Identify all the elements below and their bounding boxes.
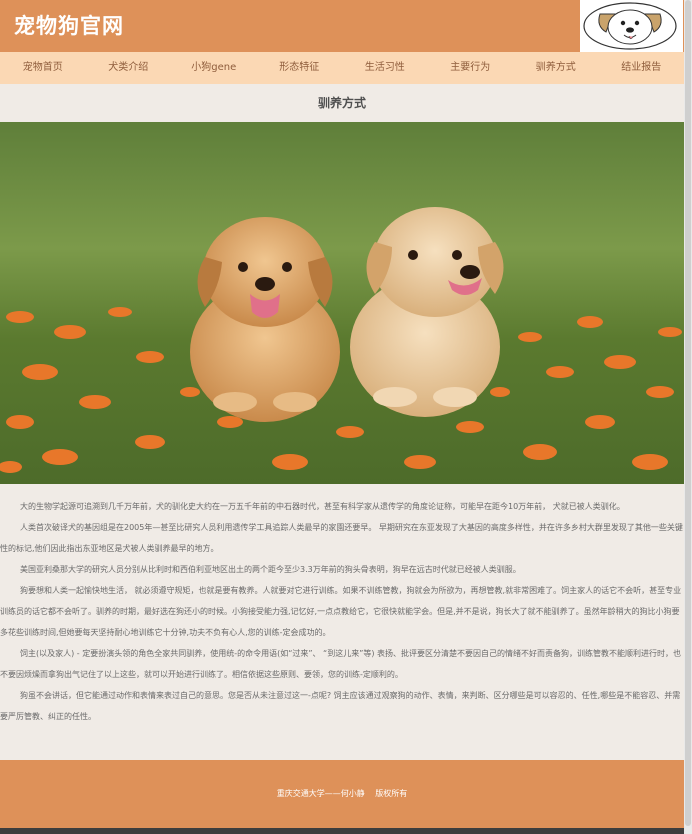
site-footer: 重庆交通大学——何小静 版权所有 [0,760,684,828]
paragraph: 饲主(以及家人) - 定要扮演头领的角色全家共同驯养，使用统-的命令用语(如“过… [0,649,681,679]
puppies-photo [0,122,684,484]
nav-item-behavior[interactable]: 主要行为 [428,52,514,84]
paragraph: 狗虽不会讲话，但它能通过动作和表情来表过自己的意思。您是否从未注意过这一-点呢?… [0,691,681,721]
nav-item-gene[interactable]: 小狗gene [171,52,257,84]
dog-face-logo-icon [583,2,677,50]
site-header: 宠物狗官网 [0,0,684,52]
vertical-scrollbar[interactable] [684,0,692,834]
scrollbar-thumb[interactable] [685,0,691,826]
nav-item-features[interactable]: 形态特征 [257,52,343,84]
nav-item-breeds[interactable]: 犬类介绍 [86,52,172,84]
nav-item-report[interactable]: 结业报告 [599,52,685,84]
paragraph: 大的生物学起源可追溯到几千万年前，犬的驯化史大约在一万五千年前的中石器时代，甚至… [20,502,625,511]
nav-item-training[interactable]: 驯养方式 [513,52,599,84]
main-nav: 宠物首页 犬类介绍 小狗gene 形态特征 生活习性 主要行为 驯养方式 结业报… [0,52,684,84]
nav-item-home[interactable]: 宠物首页 [0,52,86,84]
page: 宠物狗官网 宠物首页 犬类介绍 小狗gene 形态特征 生活习性 主要行为 驯养… [0,0,684,834]
paragraph: 狗要想和人类一起愉快地生活， 就必须遵守规矩，也就是要有教养。人就要对它进行训练… [0,586,682,637]
article-content: 大的生物学起源可追溯到几千万年前，犬的驯化史大约在一万五千年前的中石器时代，甚至… [0,496,684,727]
logo[interactable] [580,0,683,52]
footer-copyright: 重庆交通大学——何小静 版权所有 [276,789,408,798]
site-title[interactable]: 宠物狗官网 [14,10,124,40]
page-title: 驯养方式 [317,96,366,110]
hero-image [0,122,684,484]
bottom-bar [0,828,684,834]
nav-item-habits[interactable]: 生活习性 [342,52,428,84]
paragraph: 人类首次破译犬的基因组是在2005年—甚至比研究人员利用遗传学工具追踪人类最早的… [0,523,683,553]
paragraph: 美国亚利桑那大学的研究人员分别从比利时和西伯利亚地区出土的两个距今至少3.3万年… [20,565,521,574]
